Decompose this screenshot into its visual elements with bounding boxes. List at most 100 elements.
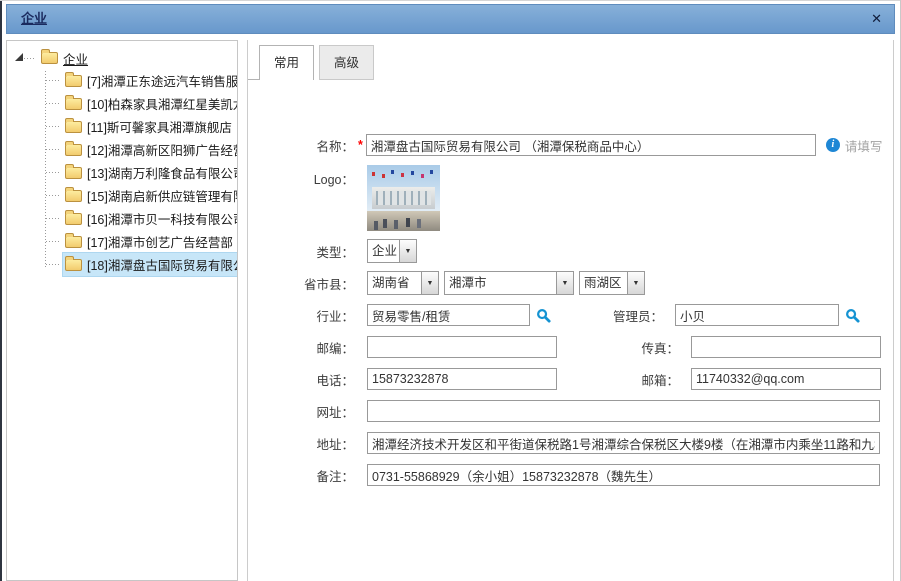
city-select-value: 湘潭市 <box>445 272 556 294</box>
folder-icon <box>65 259 82 271</box>
tree-item: [7]湘潭正东途远汽车销售服务有限公司 <box>7 69 237 92</box>
name-row: 名称： * i 请填写 <box>248 133 893 157</box>
remark-row: 备注： <box>248 463 893 487</box>
name-input[interactable] <box>366 134 816 156</box>
folder-icon <box>41 52 58 64</box>
close-icon[interactable]: ✕ <box>871 5 882 33</box>
type-row: 类型： 企业 ▼ <box>248 239 893 263</box>
page-left-edge <box>0 0 2 581</box>
region-row: 省市县： 湖南省 ▼ 湘潭市 ▼ 雨湖区 ▼ <box>248 271 893 295</box>
tree-item: [10]柏森家具湘潭红星美凯龙店 <box>7 92 237 115</box>
address-input[interactable] <box>367 432 880 454</box>
tab-common[interactable]: 常用 <box>259 45 314 80</box>
folder-icon <box>65 121 82 133</box>
website-label: 网址： <box>248 402 354 421</box>
manager-label: 管理员： <box>551 306 675 325</box>
website-input[interactable] <box>367 400 880 422</box>
email-label: 邮箱： <box>557 370 691 389</box>
tree-item-label: [13]湖南万利隆食品有限公司 <box>87 163 238 182</box>
tree-item-selected: [18]湘潭盘古国际贸易有限公司 <box>7 253 237 276</box>
chevron-down-icon[interactable]: ▼ <box>627 272 644 294</box>
tree-node-company-17[interactable]: [17]湘潭市创艺广告经营部 <box>62 229 238 254</box>
chevron-down-icon[interactable]: ▼ <box>556 272 573 294</box>
province-select-value: 湖南省 <box>368 272 421 294</box>
search-icon[interactable] <box>536 308 551 323</box>
tree-root-label: 企业 <box>63 49 88 68</box>
region-label: 省市县： <box>248 274 354 293</box>
logo-row: Logo： <box>248 165 893 231</box>
type-select-value: 企业 <box>368 240 399 262</box>
search-icon[interactable] <box>845 308 860 323</box>
tree-node-company-16[interactable]: [16]湘潭市贝一科技有限公司 <box>62 206 238 231</box>
tree-item-label: [10]柏森家具湘潭红星美凯龙店 <box>87 94 238 113</box>
address-row: 地址： <box>248 431 893 455</box>
folder-icon <box>65 213 82 225</box>
industry-manager-row: 行业： 管理员： <box>248 303 893 327</box>
tree-node-company-15[interactable]: [15]湖南启新供应链管理有限公司 <box>62 183 238 208</box>
tree-root-row: 企业 <box>7 47 237 69</box>
city-select[interactable]: 湘潭市 ▼ <box>444 271 574 295</box>
tree-item: [15]湖南启新供应链管理有限公司 <box>7 184 237 207</box>
expander-icon[interactable] <box>15 53 23 61</box>
name-hint: i 请填写 <box>826 136 883 155</box>
tree-item-label: [15]湖南启新供应链管理有限公司 <box>87 186 238 205</box>
tree-item: [13]湖南万利隆食品有限公司 <box>7 161 237 184</box>
window-top-border <box>0 0 901 1</box>
tree-item: [16]湘潭市贝一科技有限公司 <box>7 207 237 230</box>
tree-item-label: [11]斯可馨家具湘潭旗舰店 <box>87 117 232 136</box>
folder-icon <box>65 167 82 179</box>
folder-icon <box>65 98 82 110</box>
tree-node-company-7[interactable]: [7]湘潭正东途远汽车销售服务有限公司 <box>62 68 238 93</box>
folder-icon <box>65 236 82 248</box>
tree-node-company-18[interactable]: [18]湘潭盘古国际贸易有限公司 <box>62 252 238 277</box>
tree-node-company-10[interactable]: [10]柏森家具湘潭红星美凯龙店 <box>62 91 238 116</box>
tree-node-company-12[interactable]: [12]湘潭高新区阳狮广告经营部 <box>62 137 238 162</box>
manager-input[interactable] <box>675 304 839 326</box>
postcode-label: 邮编： <box>248 338 354 357</box>
company-logo-image[interactable] <box>367 165 440 231</box>
info-icon: i <box>826 138 840 152</box>
tree-node-company-13[interactable]: [13]湖南万利隆食品有限公司 <box>62 160 238 185</box>
company-detail-panel: 常用 高级 名称： * i 请填写 Logo： 类型： <box>247 40 894 581</box>
tree-item-label: [18]湘潭盘古国际贸易有限公司 <box>87 255 238 274</box>
chevron-down-icon[interactable]: ▼ <box>399 240 416 262</box>
province-select[interactable]: 湖南省 ▼ <box>367 271 439 295</box>
required-asterisk: * <box>358 138 363 152</box>
tree-connector-stub <box>24 58 36 59</box>
folder-icon <box>65 190 82 202</box>
tree-item-label: [16]湘潭市贝一科技有限公司 <box>87 209 238 228</box>
company-tree: 企业 [7]湘潭正东途远汽车销售服务有限公司 [10]柏森家具湘潭红星美凯龙店 … <box>7 47 237 276</box>
district-select-value: 雨湖区 <box>580 272 627 294</box>
folder-icon <box>65 75 82 87</box>
remark-input[interactable] <box>367 464 880 486</box>
dialog-titlebar[interactable]: 企业 ✕ <box>6 4 895 34</box>
tab-advanced[interactable]: 高级 <box>319 45 374 80</box>
tree-item: [12]湘潭高新区阳狮广告经营部 <box>7 138 237 161</box>
chevron-down-icon[interactable]: ▼ <box>421 272 438 294</box>
company-form: 名称： * i 请填写 Logo： 类型： 企业 ▼ <box>248 80 893 487</box>
district-select[interactable]: 雨湖区 ▼ <box>579 271 645 295</box>
tree-item-label: [17]湘潭市创艺广告经营部 <box>87 232 233 251</box>
phone-input[interactable] <box>367 368 557 390</box>
logo-ground <box>367 211 440 231</box>
fax-input[interactable] <box>691 336 881 358</box>
website-row: 网址： <box>248 399 893 423</box>
logo-people <box>383 219 387 228</box>
postcode-fax-row: 邮编： 传真： <box>248 335 893 359</box>
tree-node-root[interactable]: 企业 <box>38 46 93 71</box>
industry-label: 行业： <box>248 306 354 325</box>
folder-icon <box>65 144 82 156</box>
tree-node-company-11[interactable]: [11]斯可馨家具湘潭旗舰店 <box>62 114 237 139</box>
email-input[interactable] <box>691 368 881 390</box>
tree-item-label: [12]湘潭高新区阳狮广告经营部 <box>87 140 238 159</box>
logo-flags <box>372 172 375 176</box>
type-label: 类型： <box>248 242 354 261</box>
tree-item: [17]湘潭市创艺广告经营部 <box>7 230 237 253</box>
postcode-input[interactable] <box>367 336 557 358</box>
fax-label: 传真： <box>557 338 691 357</box>
logo-windows <box>376 191 432 204</box>
type-select[interactable]: 企业 ▼ <box>367 239 417 263</box>
hint-text: 请填写 <box>845 136 883 155</box>
remark-label: 备注： <box>248 466 354 485</box>
industry-input[interactable] <box>367 304 530 326</box>
